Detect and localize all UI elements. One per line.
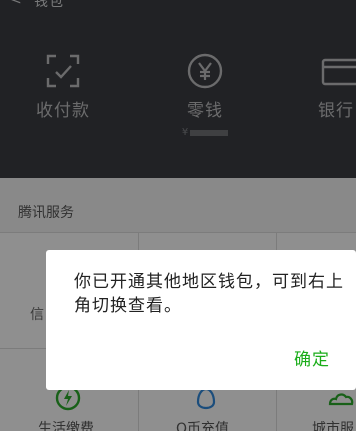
alert-dialog: 你已开通其他地区钱包，可到右上角切换查看。 确定 (46, 250, 356, 390)
dialog-message: 你已开通其他地区钱包，可到右上角切换查看。 (74, 272, 344, 316)
wallet-screen: < 钱包 收付款 零钱 ¥ 银行 腾讯服务 信 生活缴费 Q币充值 城市服 你已… (0, 0, 356, 431)
confirm-button[interactable]: 确定 (294, 345, 330, 370)
